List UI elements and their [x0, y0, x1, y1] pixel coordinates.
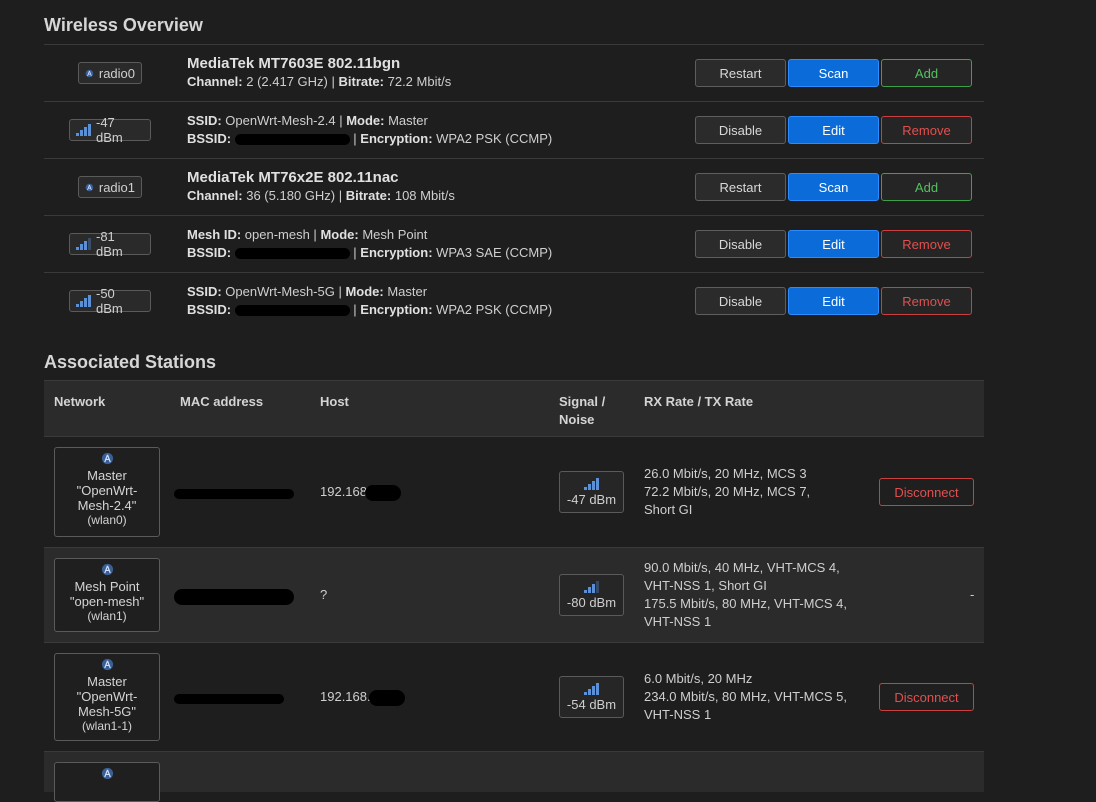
- network-row: -81 dBm Mesh ID: open-mesh | Mode: Mesh P…: [44, 215, 984, 272]
- signal-badge: -47 dBm: [559, 471, 624, 513]
- radio-icon: [101, 452, 113, 465]
- disable-button[interactable]: Disable: [695, 230, 786, 258]
- radio-icon: [101, 767, 113, 780]
- radio-badge: radio1: [78, 176, 142, 198]
- signal-icon: [584, 580, 599, 593]
- scan-button[interactable]: Scan: [788, 59, 879, 87]
- signal-icon: [76, 295, 91, 307]
- mac-address: [174, 485, 294, 500]
- radio-info: MediaTek MT7603E 802.11bgn Channel: 2 (2.…: [187, 55, 452, 89]
- radio-info: MediaTek MT76x2E 802.11nac Channel: 36 (5…: [187, 169, 455, 203]
- redacted-bssid: [234, 305, 350, 317]
- radio-row: radio1 MediaTek MT76x2E 802.11nac Channel:…: [44, 158, 984, 215]
- table-row: Mesh Point "open-mesh" (wlan1)? -80 dBm 90.0…: [44, 547, 984, 642]
- network-badge: Mesh Point "open-mesh" (wlan1): [54, 558, 160, 632]
- network-row: -50 dBm SSID: OpenWrt-Mesh-5G | Mode: Mas…: [44, 272, 984, 329]
- radio-icon: [101, 563, 113, 576]
- edit-button[interactable]: Edit: [788, 116, 879, 144]
- table-header: Network MAC address Host Signal / Noise R…: [44, 380, 984, 436]
- network-row: -47 dBm SSID: OpenWrt-Mesh-2.4 | Mode: Ma…: [44, 101, 984, 158]
- radio-icon: [85, 183, 94, 191]
- edit-button[interactable]: Edit: [788, 287, 879, 315]
- signal-icon: [584, 682, 599, 695]
- associated-stations-title: Associated Stations: [44, 352, 217, 372]
- restart-button[interactable]: Restart: [695, 173, 786, 201]
- signal-badge: -80 dBm: [559, 574, 624, 616]
- network-badge: [54, 762, 160, 802]
- redacted-bssid: [234, 248, 350, 260]
- network-info: SSID: OpenWrt-Mesh-2.4 | Mode: Master BSS…: [187, 113, 553, 146]
- host: ?: [320, 587, 328, 602]
- table-row: Master "OpenWrt- Mesh-2.4" (wlan0) 192.168 -4…: [44, 436, 984, 547]
- signal-badge: -54 dBm: [559, 676, 624, 718]
- network-badge: Master "OpenWrt- Mesh-5G" (wlan1-1): [54, 653, 160, 741]
- wireless-overview-table: radio0 MediaTek MT7603E 802.11bgn Channel:…: [44, 44, 984, 329]
- table-row: [44, 751, 984, 802]
- remove-button[interactable]: Remove: [881, 116, 972, 144]
- signal-icon: [76, 238, 91, 250]
- header-signal: Signal / Noise: [559, 394, 606, 427]
- rx-tx-rates: 26.0 Mbit/s, 20 MHz, MCS 3 72.2 Mbit/s, 2…: [644, 466, 811, 517]
- signal-badge: -47 dBm: [69, 115, 151, 145]
- radio-name: MediaTek MT7603E 802.11bgn: [187, 55, 401, 72]
- add-button[interactable]: Add: [881, 59, 972, 87]
- wireless-overview-title: Wireless Overview: [44, 15, 203, 35]
- radio-icon: [85, 69, 94, 77]
- table-row: Master "OpenWrt- Mesh-5G" (wlan1-1) 192.168.…: [44, 642, 984, 751]
- no-action: -: [970, 587, 975, 602]
- scan-button[interactable]: Scan: [788, 173, 879, 201]
- signal-badge: -81 dBm: [69, 229, 151, 259]
- radio-name: MediaTek MT76x2E 802.11nac: [187, 169, 399, 186]
- network-badge: Master "OpenWrt- Mesh-2.4" (wlan0): [54, 447, 160, 537]
- disable-button[interactable]: Disable: [695, 116, 786, 144]
- signal-icon: [76, 124, 91, 136]
- restart-button[interactable]: Restart: [695, 59, 786, 87]
- add-button[interactable]: Add: [881, 173, 972, 201]
- header-rates: RX Rate / TX Rate: [644, 394, 754, 409]
- signal-icon: [584, 477, 599, 490]
- rx-tx-rates: 90.0 Mbit/s, 40 MHz, VHT-MCS 4, VHT-NSS 1…: [644, 560, 848, 629]
- redacted-bssid: [234, 134, 350, 146]
- host: 192.168: [320, 484, 401, 501]
- rx-tx-rates: 6.0 Mbit/s, 20 MHz 234.0 Mbit/s, 80 MHz, …: [644, 671, 848, 722]
- disable-button[interactable]: Disable: [695, 287, 786, 315]
- signal-badge: -50 dBm: [69, 286, 151, 316]
- radio-icon: [101, 658, 113, 671]
- remove-button[interactable]: Remove: [881, 230, 972, 258]
- header-mac: MAC address: [180, 394, 264, 409]
- radio-badge: radio0: [78, 62, 142, 84]
- associated-stations-table: Network MAC address Host Signal / Noise R…: [44, 380, 984, 802]
- remove-button[interactable]: Remove: [881, 287, 972, 315]
- network-info: Mesh ID: open-mesh | Mode: Mesh Point BSS…: [187, 227, 553, 260]
- host: 192.168.: [320, 689, 405, 706]
- network-info: SSID: OpenWrt-Mesh-5G | Mode: Master BSSI…: [187, 284, 553, 317]
- mac-address: [174, 588, 294, 605]
- disconnect-button[interactable]: Disconnect: [879, 683, 974, 711]
- disconnect-button[interactable]: Disconnect: [879, 478, 974, 506]
- mac-address: [174, 690, 284, 705]
- header-network: Network: [54, 394, 106, 409]
- edit-button[interactable]: Edit: [788, 230, 879, 258]
- radio-row: radio0 MediaTek MT7603E 802.11bgn Channel:…: [44, 44, 984, 101]
- header-host: Host: [320, 394, 349, 409]
